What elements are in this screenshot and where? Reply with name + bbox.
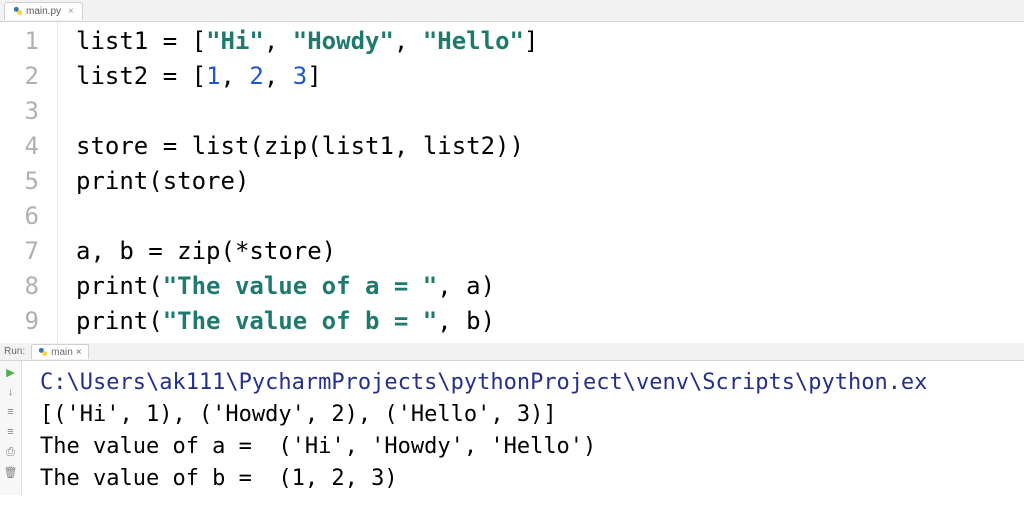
line-number: 2 bbox=[0, 59, 39, 94]
print-icon[interactable]: ⎙ bbox=[4, 445, 18, 459]
line-number: 5 bbox=[0, 164, 39, 199]
editor-tab-label: main.py bbox=[26, 6, 61, 17]
run-toolbar: ▶ ↓ ≡ ≡ ⎙ 🗑 bbox=[0, 361, 22, 495]
code-line[interactable] bbox=[76, 94, 1024, 129]
console-line: The value of b = (1, 2, 3) bbox=[40, 463, 1024, 495]
python-file-icon bbox=[38, 347, 48, 357]
code-line[interactable]: list2 = [1, 2, 3] bbox=[76, 59, 1024, 94]
play-icon[interactable]: ▶ bbox=[4, 365, 18, 379]
console-line: [('Hi', 1), ('Howdy', 2), ('Hello', 3)] bbox=[40, 399, 1024, 431]
line-number: 9 bbox=[0, 304, 39, 339]
code-line[interactable]: store = list(zip(list1, list2)) bbox=[76, 129, 1024, 164]
run-panel: Run: main × ▶ ↓ ≡ ≡ ⎙ 🗑 C:\Users\ak111\P… bbox=[0, 343, 1024, 529]
editor-tab-bar: main.py × bbox=[0, 0, 1024, 22]
code-area[interactable]: 123456789 list1 = ["Hi", "Howdy", "Hello… bbox=[0, 22, 1024, 343]
code-lines[interactable]: list1 = ["Hi", "Howdy", "Hello"]list2 = … bbox=[58, 22, 1024, 343]
python-file-icon bbox=[13, 6, 23, 16]
close-icon[interactable]: × bbox=[76, 347, 82, 358]
run-label: Run: bbox=[4, 346, 25, 357]
line-number: 6 bbox=[0, 199, 39, 234]
code-line[interactable]: list1 = ["Hi", "Howdy", "Hello"] bbox=[76, 24, 1024, 59]
line-number: 3 bbox=[0, 94, 39, 129]
layout-icon[interactable]: ≡ bbox=[4, 425, 18, 439]
editor-pane: main.py × 123456789 list1 = ["Hi", "Howd… bbox=[0, 0, 1024, 343]
line-number: 7 bbox=[0, 234, 39, 269]
code-line[interactable] bbox=[76, 199, 1024, 234]
code-line[interactable]: print("The value of b = ", b) bbox=[76, 304, 1024, 339]
down-arrow-icon[interactable]: ↓ bbox=[4, 385, 18, 399]
gutter: 123456789 bbox=[0, 22, 58, 343]
line-number: 4 bbox=[0, 129, 39, 164]
stop-icon[interactable]: ≡ bbox=[4, 405, 18, 419]
run-header: Run: main × bbox=[0, 343, 1024, 361]
console-output[interactable]: C:\Users\ak111\PycharmProjects\pythonPro… bbox=[22, 361, 1024, 495]
editor-tab-main[interactable]: main.py × bbox=[4, 2, 83, 20]
code-line[interactable]: print("The value of a = ", a) bbox=[76, 269, 1024, 304]
console-line: C:\Users\ak111\PycharmProjects\pythonPro… bbox=[40, 367, 1024, 399]
run-body: ▶ ↓ ≡ ≡ ⎙ 🗑 C:\Users\ak111\PycharmProjec… bbox=[0, 343, 1024, 495]
line-number: 1 bbox=[0, 24, 39, 59]
run-tab-main[interactable]: main × bbox=[31, 344, 89, 359]
code-line[interactable]: print(store) bbox=[76, 164, 1024, 199]
code-line[interactable]: a, b = zip(*store) bbox=[76, 234, 1024, 269]
line-number: 8 bbox=[0, 269, 39, 304]
console-line: The value of a = ('Hi', 'Howdy', 'Hello'… bbox=[40, 431, 1024, 463]
run-tab-label: main bbox=[51, 347, 73, 358]
trash-icon[interactable]: 🗑 bbox=[4, 465, 18, 479]
close-icon[interactable]: × bbox=[68, 6, 74, 17]
